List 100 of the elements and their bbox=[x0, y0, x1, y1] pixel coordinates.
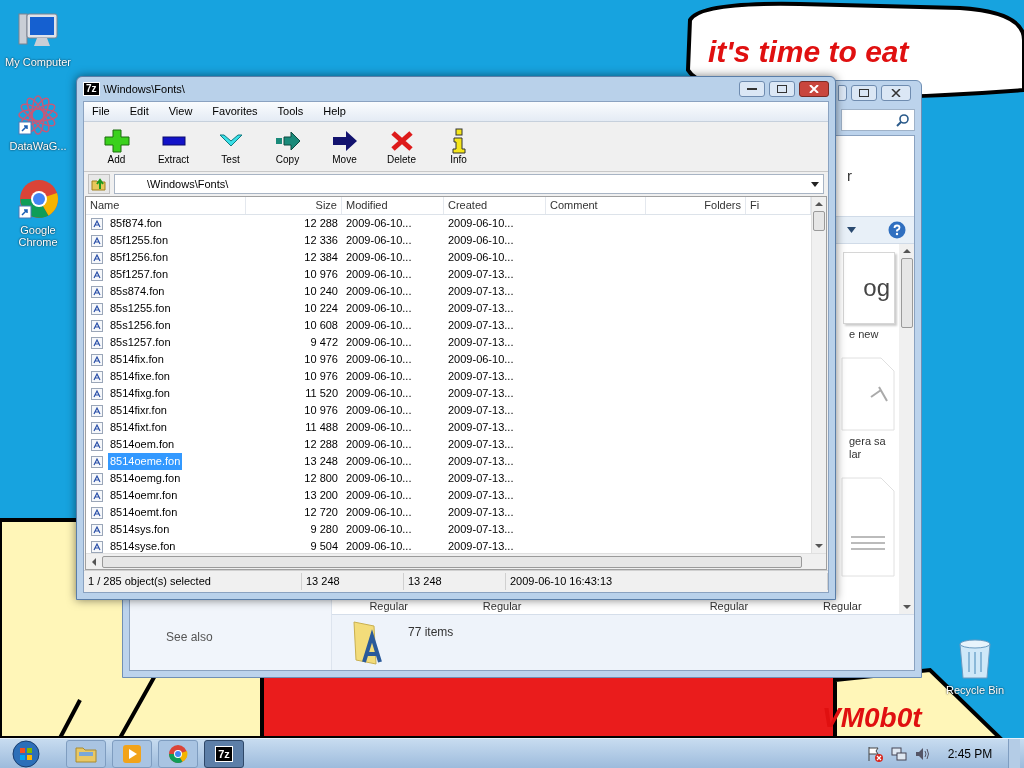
table-cell-text: 2009-06-10... bbox=[447, 250, 515, 266]
font-name-label[interactable]: Regular bbox=[709, 600, 749, 614]
see-also-label: See also bbox=[166, 629, 214, 646]
toolbar-button[interactable]: Test bbox=[202, 123, 259, 170]
font-name-label[interactable]: e new bbox=[849, 328, 895, 341]
starburst-icon[interactable] bbox=[17, 94, 59, 136]
file-name[interactable]: 85s874.fon bbox=[108, 283, 167, 300]
search-field[interactable] bbox=[841, 109, 915, 131]
recycle-bin-icon[interactable] bbox=[957, 636, 993, 680]
file-name[interactable]: 85f1257.fon bbox=[108, 266, 171, 283]
menu-item[interactable]: View bbox=[164, 103, 197, 120]
toolbar-button[interactable]: Copy bbox=[259, 123, 316, 170]
column-header[interactable]: Folders bbox=[646, 197, 746, 214]
vertical-scrollbar[interactable] bbox=[811, 197, 826, 553]
table-cell-text: 9 504 bbox=[309, 539, 339, 553]
file-name[interactable]: 8514oemt.fon bbox=[108, 504, 180, 521]
table-cell-text: 13 200 bbox=[303, 488, 339, 504]
browser-icon[interactable] bbox=[17, 178, 59, 220]
toolbar-button[interactable]: Move bbox=[316, 123, 373, 170]
file-name[interactable]: 8514syse.fon bbox=[108, 538, 178, 553]
maximize-button[interactable] bbox=[851, 85, 877, 101]
file-name[interactable]: 8514fixe.fon bbox=[108, 368, 172, 385]
clock[interactable]: 2:45 PM bbox=[938, 744, 1002, 763]
column-header[interactable]: Comment bbox=[546, 197, 646, 214]
up-folder-button[interactable] bbox=[88, 174, 110, 194]
show-desktop-button[interactable] bbox=[1008, 738, 1020, 768]
taskbar-button[interactable] bbox=[158, 739, 198, 768]
network-icon[interactable] bbox=[890, 744, 908, 763]
minimize-button[interactable] bbox=[739, 81, 765, 97]
table-cell-text: 10 608 bbox=[303, 318, 339, 334]
menu-item[interactable]: File bbox=[88, 103, 114, 120]
menu-item[interactable]: Favorites bbox=[208, 103, 262, 120]
column-header[interactable]: Name bbox=[86, 197, 246, 214]
toolbar-button[interactable]: Delete bbox=[373, 123, 430, 170]
menu-item[interactable]: Edit bbox=[125, 103, 153, 120]
minimize-icon bbox=[747, 87, 757, 91]
table-cell-text: 2009-06-10... bbox=[345, 488, 413, 504]
heading-text: r bbox=[847, 165, 852, 186]
font-name-label[interactable]: Regular bbox=[482, 600, 522, 614]
font-name-label[interactable]: Regular bbox=[823, 600, 862, 614]
font-name-label[interactable]: Regular bbox=[369, 600, 408, 614]
file-name[interactable]: 85s1257.fon bbox=[108, 334, 173, 351]
horizontal-scrollbar[interactable] bbox=[86, 553, 826, 569]
toolbar-button[interactable]: Extract bbox=[145, 123, 202, 170]
path-field[interactable]: \Windows\Fonts\ bbox=[114, 174, 824, 194]
font-name-label[interactable]: gera sa lar bbox=[849, 435, 895, 461]
dropdown-caret-icon[interactable] bbox=[847, 227, 856, 233]
file-name[interactable]: 8514fixr.fon bbox=[108, 402, 169, 419]
file-name[interactable]: 8514oemg.fon bbox=[108, 470, 183, 487]
menu-item[interactable]: Tools bbox=[273, 103, 308, 120]
toolbar-button[interactable]: Info bbox=[430, 123, 487, 170]
file-name[interactable]: 85f1256.fon bbox=[108, 249, 171, 266]
file-name[interactable]: 8514sys.fon bbox=[108, 521, 172, 538]
font-file-icon bbox=[90, 369, 104, 384]
maximize-button[interactable] bbox=[769, 81, 795, 97]
close-button[interactable] bbox=[881, 85, 911, 101]
file-name[interactable]: 8514oemr.fon bbox=[108, 487, 180, 504]
table-cell-text: 2009-07-13... bbox=[447, 318, 515, 334]
scrollbar-thumb[interactable] bbox=[813, 211, 825, 231]
taskbar-button[interactable]: 7z bbox=[204, 739, 244, 768]
font-preview-tile[interactable] bbox=[841, 477, 895, 577]
taskbar-button[interactable] bbox=[112, 739, 152, 768]
table-cell-text: 2009-06-10... bbox=[447, 216, 515, 232]
file-name[interactable]: 85f1255.fon bbox=[108, 232, 171, 249]
file-name[interactable]: 8514oem.fon bbox=[108, 436, 177, 453]
font-file-icon bbox=[90, 267, 104, 282]
help-icon[interactable] bbox=[888, 221, 906, 239]
scrollbar-thumb[interactable] bbox=[900, 258, 913, 328]
menu-item[interactable]: Help bbox=[319, 103, 350, 120]
close-button[interactable] bbox=[799, 81, 829, 97]
table-cell-text: 12 288 bbox=[303, 216, 339, 232]
table-cell-text: 2009-06-10... bbox=[345, 539, 413, 553]
scroll-left-icon[interactable] bbox=[90, 557, 98, 566]
file-name[interactable]: 8514fix.fon bbox=[108, 351, 166, 368]
font-preview-tile[interactable] bbox=[841, 357, 895, 431]
table-cell-text: 12 336 bbox=[303, 233, 339, 249]
scrollbar-thumb[interactable] bbox=[102, 555, 802, 568]
table-cell-text: 2009-07-13... bbox=[447, 386, 515, 402]
table-cell-text: 2009-07-13... bbox=[447, 539, 515, 553]
font-file-icon bbox=[90, 250, 104, 265]
toolbar-button[interactable]: Add bbox=[88, 123, 145, 170]
column-header[interactable]: Size bbox=[246, 197, 342, 214]
plus-icon bbox=[102, 127, 131, 154]
file-name[interactable]: 85f874.fon bbox=[108, 215, 164, 232]
table-cell-text: 2009-06-10... bbox=[345, 437, 413, 453]
vertical-scrollbar[interactable] bbox=[899, 244, 914, 614]
file-name[interactable]: 8514fixt.fon bbox=[108, 419, 169, 436]
table-cell-text: 13 248 bbox=[303, 454, 339, 470]
column-header[interactable]: Modified bbox=[342, 197, 444, 214]
dropdown-caret-icon[interactable] bbox=[811, 181, 819, 187]
table-cell-text: 10 976 bbox=[303, 267, 339, 283]
flag-icon[interactable] bbox=[866, 744, 884, 763]
font-file-icon bbox=[90, 284, 104, 299]
file-name[interactable]: 8514fixg.fon bbox=[108, 385, 172, 402]
file-name[interactable]: 85s1255.fon bbox=[108, 300, 173, 317]
file-name[interactable]: 85s1256.fon bbox=[108, 317, 173, 334]
font-preview-tile[interactable]: og bbox=[843, 252, 895, 324]
column-header[interactable]: Created bbox=[444, 197, 546, 214]
font-file-icon bbox=[90, 522, 104, 537]
maximize-icon bbox=[859, 89, 869, 97]
